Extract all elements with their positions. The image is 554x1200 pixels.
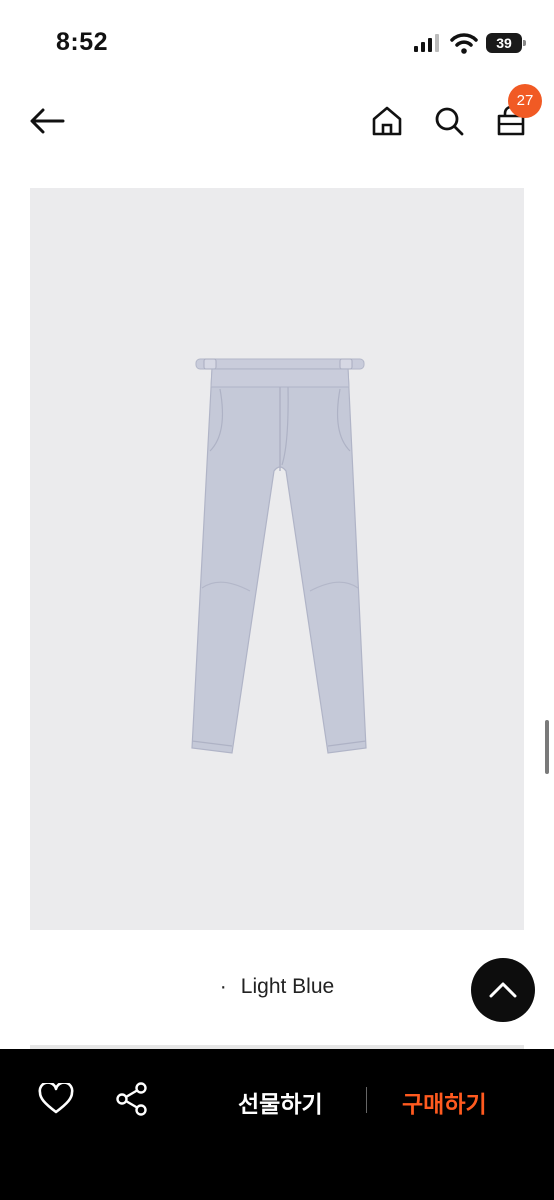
back-button[interactable] [26, 100, 68, 142]
share-icon[interactable] [114, 1081, 150, 1117]
button-divider [366, 1087, 367, 1113]
product-image[interactable] [30, 188, 524, 930]
cart-count-badge: 27 [508, 84, 542, 118]
bullet: · [219, 975, 227, 998]
search-button[interactable] [428, 100, 470, 142]
battery-indicator: 39 [486, 33, 526, 53]
status-bar: 8:52 39 [0, 0, 554, 80]
cellular-signal-icon [414, 34, 439, 52]
search-icon [435, 107, 464, 136]
arrow-left-icon [30, 108, 65, 134]
bottom-action-bar: 선물하기 구매하기 [0, 1049, 554, 1200]
home-icon [372, 106, 402, 136]
status-time: 8:52 [56, 28, 109, 56]
top-navigation [0, 80, 554, 160]
pants-image [191, 358, 367, 754]
home-button[interactable] [366, 100, 408, 142]
scrollbar[interactable] [545, 720, 549, 774]
gift-button[interactable]: 선물하기 [238, 1085, 323, 1119]
chevron-up-icon [489, 982, 517, 998]
heart-icon[interactable] [38, 1083, 74, 1115]
buy-button[interactable]: 구매하기 [402, 1085, 487, 1119]
color-name: Light Blue [240, 975, 335, 998]
wifi-icon [450, 33, 478, 54]
scroll-to-top-button[interactable] [471, 958, 535, 1022]
